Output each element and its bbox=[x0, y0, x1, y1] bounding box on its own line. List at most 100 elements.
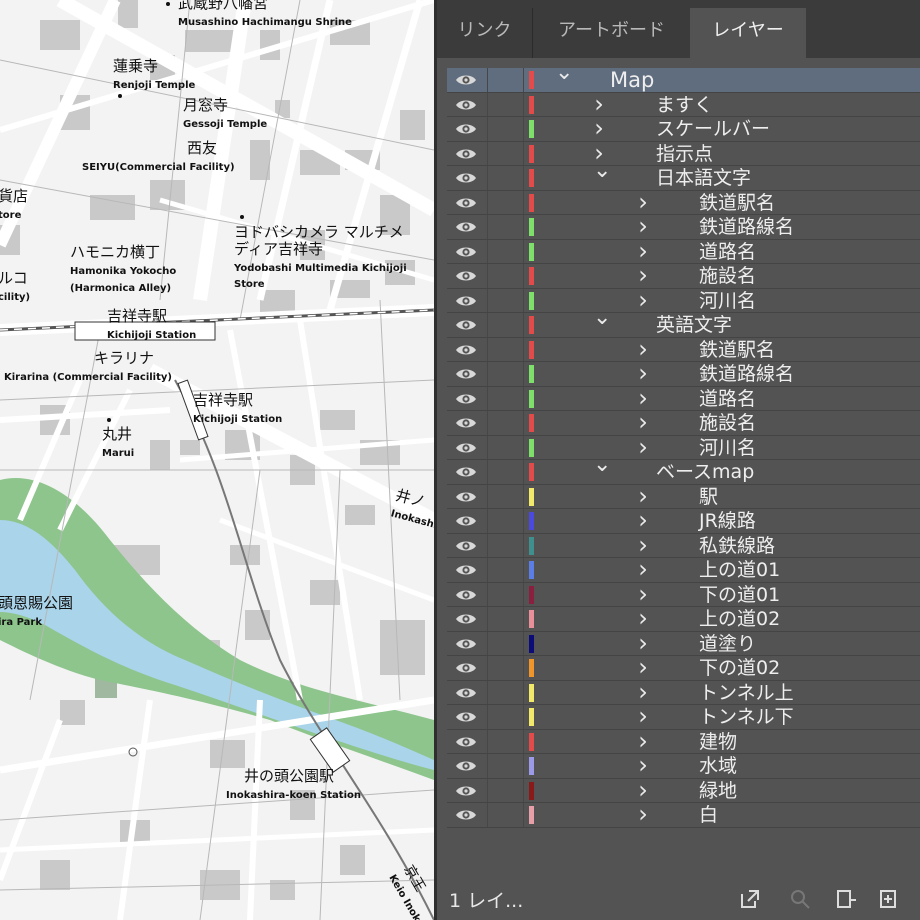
chevron-right-icon[interactable]: › bbox=[637, 802, 649, 826]
layer-row[interactable]: › 下の道02 bbox=[447, 655, 920, 681]
layer-name[interactable]: 鉄道駅名 bbox=[699, 338, 775, 362]
layer-row[interactable]: › スケールバー bbox=[447, 116, 920, 142]
layer-row[interactable]: › 道路名 bbox=[447, 386, 920, 411]
chevron-right-icon[interactable]: › bbox=[637, 239, 649, 263]
tab-artboards[interactable]: アートボード bbox=[533, 8, 691, 58]
chevron-down-icon[interactable]: ⌄ bbox=[593, 307, 611, 329]
chevron-down-icon[interactable]: ⌄ bbox=[593, 160, 611, 182]
chevron-right-icon[interactable]: › bbox=[637, 288, 649, 312]
visibility-eye-icon[interactable] bbox=[455, 586, 477, 604]
layer-name[interactable]: 鉄道路線名 bbox=[699, 362, 794, 386]
visibility-eye-icon[interactable] bbox=[455, 708, 477, 726]
chevron-right-icon[interactable]: › bbox=[637, 361, 649, 385]
visibility-eye-icon[interactable] bbox=[455, 194, 477, 212]
layer-name[interactable]: ベースmap bbox=[656, 460, 754, 484]
chevron-right-icon[interactable]: › bbox=[637, 337, 649, 361]
layer-name[interactable]: 鉄道駅名 bbox=[699, 191, 775, 215]
visibility-eye-icon[interactable] bbox=[455, 390, 477, 408]
layer-name[interactable]: 施設名 bbox=[699, 411, 756, 435]
visibility-eye-icon[interactable] bbox=[455, 659, 477, 677]
chevron-right-icon[interactable]: › bbox=[637, 557, 649, 581]
layer-row[interactable]: › 建物 bbox=[447, 729, 920, 754]
layer-name[interactable]: Map bbox=[610, 68, 654, 92]
chevron-right-icon[interactable]: › bbox=[637, 729, 649, 753]
layer-row[interactable]: ⌄ 日本語文字 bbox=[447, 160, 920, 191]
chevron-right-icon[interactable]: › bbox=[637, 606, 649, 630]
visibility-eye-icon[interactable] bbox=[455, 267, 477, 285]
layer-row[interactable]: › 道塗り bbox=[447, 631, 920, 656]
new-sublayer-icon[interactable] bbox=[835, 888, 857, 910]
visibility-eye-icon[interactable] bbox=[455, 169, 477, 187]
layer-row[interactable]: › 河川名 bbox=[447, 288, 920, 313]
layer-name[interactable]: 私鉄線路 bbox=[699, 534, 775, 558]
visibility-eye-icon[interactable] bbox=[455, 806, 477, 824]
layer-row[interactable]: › 私鉄線路 bbox=[447, 533, 920, 558]
layer-name[interactable]: JR線路 bbox=[699, 509, 756, 533]
layer-name[interactable]: 水域 bbox=[699, 754, 737, 778]
layer-name[interactable]: 上の道02 bbox=[699, 607, 780, 631]
chevron-right-icon[interactable]: › bbox=[637, 753, 649, 777]
chevron-right-icon[interactable]: › bbox=[637, 386, 649, 410]
visibility-eye-icon[interactable] bbox=[455, 635, 477, 653]
chevron-right-icon[interactable]: › bbox=[637, 508, 649, 532]
export-icon[interactable] bbox=[739, 888, 761, 910]
layer-name[interactable]: スケールバー bbox=[656, 117, 770, 141]
visibility-eye-icon[interactable] bbox=[455, 733, 477, 751]
chevron-right-icon[interactable]: › bbox=[637, 631, 649, 655]
layer-row[interactable]: ⌄ 英語文字 bbox=[447, 307, 920, 338]
visibility-eye-icon[interactable] bbox=[455, 488, 477, 506]
layer-row[interactable]: › 施設名 bbox=[447, 410, 920, 436]
layer-name[interactable]: 日本語文字 bbox=[656, 166, 751, 190]
layer-row[interactable]: › トンネル下 bbox=[447, 704, 920, 730]
layer-row[interactable]: › ますく bbox=[447, 92, 920, 117]
layer-row[interactable]: › 緑地 bbox=[447, 778, 920, 803]
chevron-down-icon[interactable]: ⌄ bbox=[593, 454, 611, 476]
layer-name[interactable]: 建物 bbox=[699, 730, 737, 754]
visibility-eye-icon[interactable] bbox=[455, 96, 477, 114]
layer-row[interactable]: › 上の道01 bbox=[447, 557, 920, 583]
chevron-right-icon[interactable]: › bbox=[637, 778, 649, 802]
visibility-eye-icon[interactable] bbox=[455, 463, 477, 481]
layer-name[interactable]: トンネル下 bbox=[699, 705, 794, 729]
visibility-eye-icon[interactable] bbox=[455, 684, 477, 702]
layer-name[interactable]: 河川名 bbox=[699, 436, 756, 460]
layer-name[interactable]: 道塗り bbox=[699, 632, 756, 656]
chevron-right-icon[interactable]: › bbox=[593, 116, 605, 140]
layer-name[interactable]: 緑地 bbox=[699, 779, 737, 803]
layer-row[interactable]: ⌄ ベースmap bbox=[447, 454, 920, 485]
layer-name[interactable]: 白 bbox=[699, 803, 718, 827]
visibility-eye-icon[interactable] bbox=[455, 243, 477, 261]
layer-name[interactable]: 英語文字 bbox=[656, 313, 732, 337]
visibility-eye-icon[interactable] bbox=[455, 145, 477, 163]
chevron-right-icon[interactable]: › bbox=[637, 190, 649, 214]
layer-row[interactable]: › 水域 bbox=[447, 753, 920, 779]
chevron-right-icon[interactable]: › bbox=[637, 582, 649, 606]
layer-name[interactable]: 施設名 bbox=[699, 264, 756, 288]
layer-name[interactable]: 上の道01 bbox=[699, 558, 780, 582]
layer-row[interactable]: › トンネル上 bbox=[447, 680, 920, 705]
visibility-eye-icon[interactable] bbox=[455, 512, 477, 530]
layer-row[interactable]: › 鉄道駅名 bbox=[447, 190, 920, 215]
chevron-right-icon[interactable]: › bbox=[637, 704, 649, 728]
new-layer-icon[interactable] bbox=[877, 888, 899, 910]
layer-row[interactable]: › 駅 bbox=[447, 484, 920, 509]
layer-name[interactable]: 駅 bbox=[699, 485, 718, 509]
visibility-eye-icon[interactable] bbox=[455, 365, 477, 383]
visibility-eye-icon[interactable] bbox=[455, 610, 477, 628]
visibility-eye-icon[interactable] bbox=[455, 316, 477, 334]
chevron-down-icon[interactable]: ⌄ bbox=[555, 62, 573, 84]
layer-row[interactable]: › JR線路 bbox=[447, 508, 920, 534]
visibility-eye-icon[interactable] bbox=[455, 537, 477, 555]
layer-name[interactable]: 鉄道路線名 bbox=[699, 215, 794, 239]
layer-name[interactable]: 道路名 bbox=[699, 240, 756, 264]
layer-row[interactable]: ⌄ Map bbox=[447, 62, 920, 93]
visibility-eye-icon[interactable] bbox=[455, 757, 477, 775]
layer-row[interactable]: › 鉄道駅名 bbox=[447, 337, 920, 362]
map-canvas[interactable]: 武蔵野八幡宮 Musashino Hachimangu Shrine 蓮乗寺 Ren… bbox=[0, 0, 434, 920]
layer-name[interactable]: 道路名 bbox=[699, 387, 756, 411]
layer-row[interactable]: › 道路名 bbox=[447, 239, 920, 264]
search-icon[interactable] bbox=[789, 888, 811, 910]
layer-row[interactable]: › 鉄道路線名 bbox=[447, 361, 920, 387]
chevron-right-icon[interactable]: › bbox=[637, 655, 649, 679]
visibility-eye-icon[interactable] bbox=[455, 341, 477, 359]
